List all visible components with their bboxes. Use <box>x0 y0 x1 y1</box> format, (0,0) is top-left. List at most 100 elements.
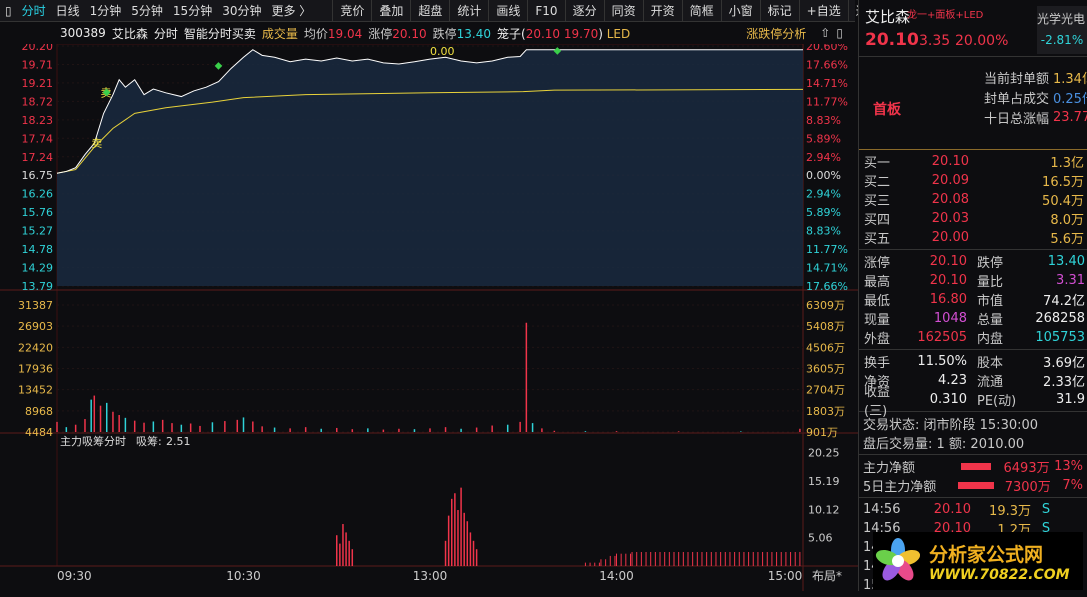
panel-toggle-icon[interactable]: ▯ <box>0 4 17 18</box>
avg-label: 均价 <box>303 26 328 41</box>
toolbar-button[interactable]: +自选 <box>798 0 848 22</box>
trade-status: 交易状态: 闭市阶段 15:30:00 <box>863 418 1039 433</box>
tab-more[interactable]: 更多 〉 <box>266 2 316 19</box>
price-tick: 20.20 <box>22 44 54 53</box>
toolbar-button[interactable]: 逐分 <box>564 0 604 22</box>
sector-name: 光学光电 <box>1037 12 1086 26</box>
stat-key: 股本 <box>977 356 1004 371</box>
stat-key: 内盘 <box>977 332 1004 347</box>
scroll-up-icon[interactable]: ⇧ <box>820 26 830 40</box>
cage-hi: 20.10 <box>525 26 561 41</box>
volume-tick: 31387 <box>18 299 53 312</box>
stock-name: 艾比森 <box>111 26 148 41</box>
tab-daily[interactable]: 日线 <box>51 2 85 19</box>
indicator-tick: 20.25 <box>808 447 840 460</box>
toolbar-button[interactable]: 小窗 <box>720 0 760 22</box>
stat-value: 16.80 <box>929 292 967 307</box>
stat-value: 20.10 <box>929 273 967 288</box>
stat-key: 市值 <box>977 294 1004 309</box>
volume-tick: 22420 <box>18 341 53 354</box>
window-icon[interactable]: ▯ <box>836 26 843 40</box>
book-level: 买五 <box>864 232 891 247</box>
pct-tick: 11.77% <box>806 95 848 108</box>
stat-row: 收益(三) 0.310 PE(动) 31.9 <box>859 385 1087 419</box>
pct-tick: 5.89% <box>806 132 841 145</box>
toolbar-button[interactable]: 超盘 <box>410 0 449 22</box>
limit-up-label: 涨停 <box>368 26 393 41</box>
toolbar-button[interactable]: 统计 <box>449 0 488 22</box>
volume-tick: 26903 <box>18 320 53 333</box>
tick-time: 14:56 <box>863 502 901 517</box>
flow-key: 主力净额 <box>863 461 916 476</box>
mode-label[interactable]: 分时 <box>154 25 178 42</box>
pct-tick: 0.00% <box>806 169 841 182</box>
book-price: 20.09 <box>931 173 969 188</box>
limit-down-value: 13.40 <box>456 26 491 41</box>
book-price: 20.08 <box>931 192 969 207</box>
limit-analysis-link[interactable]: 涨跌停分析 <box>746 25 806 42</box>
smart-trade-label[interactable]: 智能分时买卖 <box>184 25 256 42</box>
pct-tick: 2.94% <box>806 151 841 164</box>
book-level: 买三 <box>864 194 891 209</box>
cage-lo: 19.70 <box>563 26 599 41</box>
stat-value: 268258 <box>1035 311 1085 326</box>
volume-label[interactable]: 成交量 <box>262 25 298 42</box>
tab-intraday[interactable]: 分时 <box>17 2 51 19</box>
tab-1min[interactable]: 1分钟 <box>85 2 127 19</box>
tab-30min[interactable]: 30分钟 <box>217 2 266 19</box>
seal-key: 当前封单额 <box>983 71 1049 87</box>
stat-key: PE(动) <box>977 394 1017 409</box>
seal-info: 当前封单额1.34亿封单占成交0.25倍十日总涨幅23.77% <box>943 67 1087 127</box>
toolbar-button[interactable]: 同资 <box>603 0 643 22</box>
toolbar-button[interactable]: 叠加 <box>371 0 410 22</box>
volume-tick: 17936 <box>18 363 53 376</box>
quote-change: 3.35 <box>919 33 951 49</box>
flow-bar <box>961 463 991 470</box>
stat-key: 换手 <box>864 356 891 371</box>
toolbar-button[interactable]: 简框 <box>681 0 721 22</box>
price-tick: 15.76 <box>22 206 54 219</box>
toolbar-button[interactable]: 画线 <box>488 0 527 22</box>
stat-key: 流通 <box>977 375 1004 390</box>
layout-button[interactable]: 布局* <box>812 569 842 583</box>
tab-5min[interactable]: 5分钟 <box>126 2 168 19</box>
stock-code: 300389 <box>60 26 106 40</box>
quote-name: 艾比森 <box>865 8 911 26</box>
price-tick: 17.24 <box>22 151 54 164</box>
capital-flow: 主力净额 6493万 13% 5日主力净额 7300万 7% <box>859 455 1087 497</box>
pct-tick: 20.60% <box>806 44 848 53</box>
time-tick: 14:00 <box>599 569 634 583</box>
toolbar-button[interactable]: 竞价 <box>332 0 371 22</box>
stat-key: 最高 <box>864 275 891 290</box>
time-tick: 15:00 <box>768 569 803 583</box>
stat-value: 1048 <box>933 311 967 326</box>
toolbar-button[interactable]: 标记 <box>759 0 799 22</box>
pct-tick: 14.71% <box>806 77 848 90</box>
seal-value: 23.77% <box>1053 109 1087 125</box>
stat-value: 0.310 <box>929 392 967 407</box>
concept-tag: 龙一+面板+LED <box>907 10 984 21</box>
indicator-tick: 5.06 <box>808 532 833 545</box>
toolbar-button[interactable]: 开资 <box>642 0 682 22</box>
stat-value: 20.10 <box>929 254 967 269</box>
stat-row: 现量 1048 总量 268258 <box>859 309 1087 328</box>
limit-down-label: 跌停 <box>432 26 457 41</box>
price-tick: 16.75 <box>22 169 54 182</box>
amount-tick: 2704万 <box>806 384 845 397</box>
stat-key: 外盘 <box>864 332 891 347</box>
book-volume: 1.3亿 <box>1050 156 1084 171</box>
pct-tick: 8.83% <box>806 114 841 127</box>
flow-value: 7300万 <box>1004 480 1051 495</box>
buy-signal-icon: ◆ <box>103 87 111 98</box>
intraday-chart[interactable]: 20.20 20.60% 19.71 17.66% 19.21 14.71% 18.72 11… <box>0 44 858 591</box>
toolbar-button[interactable]: F10 <box>527 0 564 22</box>
stat-value: 3.31 <box>1056 273 1085 288</box>
book-volume: 50.4万 <box>1042 194 1084 209</box>
tab-15min[interactable]: 15分钟 <box>168 2 217 19</box>
pct-tick: 11.77% <box>806 243 848 256</box>
volume-tick: 8968 <box>25 405 53 418</box>
sector-box[interactable]: 光学光电 -2.81% <box>1037 6 1087 54</box>
book-volume: 16.5万 <box>1042 175 1084 190</box>
pct-tick: 5.89% <box>806 206 841 219</box>
stat-key: 收益(三) <box>864 384 891 419</box>
